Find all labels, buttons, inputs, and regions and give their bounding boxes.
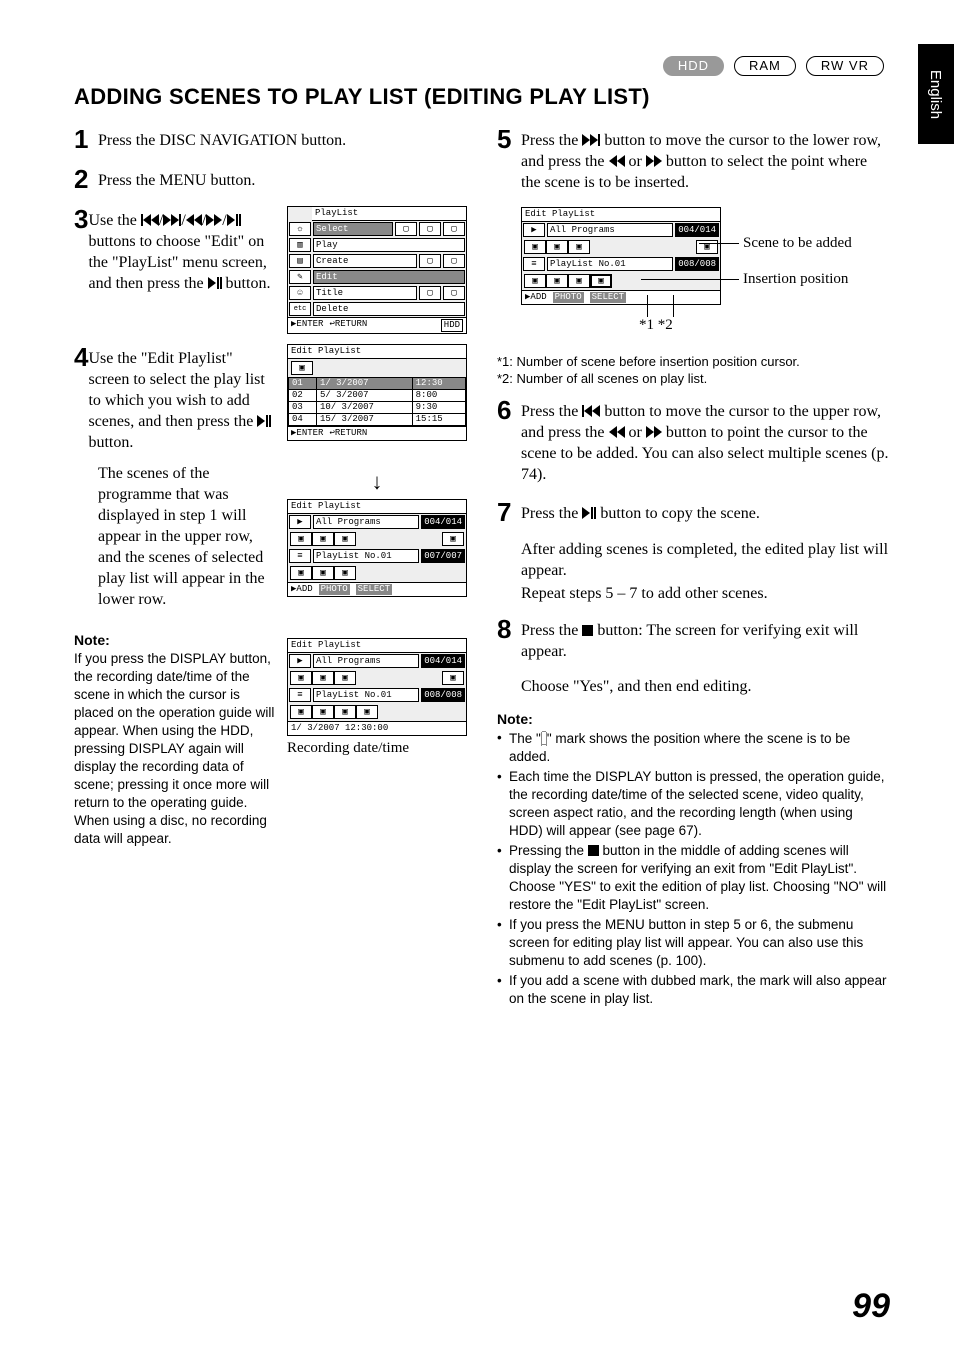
step-number-7: 7 bbox=[497, 499, 521, 525]
step-number-3: 3 bbox=[74, 206, 88, 232]
fast-forward-icon bbox=[206, 212, 222, 229]
language-tab: English bbox=[918, 44, 954, 144]
step-3-text: Use the //// buttons to choose "Edit" on… bbox=[88, 206, 275, 294]
step-7-paragraph-1: After adding scenes is completed, the ed… bbox=[521, 539, 890, 581]
step-number-8: 8 bbox=[497, 616, 521, 642]
screenshot-edit-playlist-rows-1: Edit PlayList ▶All Programs004/014 ▣▣▣▣ … bbox=[287, 499, 467, 597]
step-number-4: 4 bbox=[74, 344, 88, 370]
media-badges: HDD RAM RW VR bbox=[663, 56, 884, 76]
insertion-cursor-icon bbox=[541, 732, 547, 746]
rewind-icon bbox=[609, 424, 625, 441]
next-track-icon bbox=[582, 132, 600, 149]
play-pause-icon bbox=[257, 413, 271, 430]
fast-forward-icon bbox=[646, 153, 662, 170]
notes-list: The "" mark shows the position where the… bbox=[497, 729, 890, 1008]
screenshot-playlist-menu: PlayList ☼Select▢▢▢ ▥Play ▤Create▢▢ ✎Edi… bbox=[287, 206, 467, 334]
screenshot-edit-playlist-datetime: Edit PlayList ▶All Programs004/014 ▣▣▣▣ … bbox=[287, 638, 467, 736]
badge-ram: RAM bbox=[734, 56, 796, 76]
step-8-paragraph: Choose "Yes", and then end editing. bbox=[521, 676, 890, 697]
arrow-down-icon: ↓ bbox=[287, 469, 467, 495]
callout-insertion-position: Insertion position bbox=[743, 271, 848, 288]
screenshot-edit-playlist-callouts: Edit PlayList ▶All Programs004/014 ▣▣▣▣ … bbox=[521, 207, 721, 305]
play-pause-icon bbox=[227, 212, 241, 229]
step-number-5: 5 bbox=[497, 126, 521, 152]
play-pause-icon bbox=[208, 275, 222, 292]
recording-datetime-caption: Recording date/time bbox=[287, 740, 467, 757]
star-labels: *1 *2 bbox=[639, 317, 673, 334]
step-7-text: Press the button to copy the scene. bbox=[521, 499, 890, 524]
screenshot-edit-playlist-list: Edit PlayList ▣ 011/ 3/200712:30 025/ 3/… bbox=[287, 344, 467, 441]
page-heading: ADDING SCENES TO PLAY LIST (EDITING PLAY… bbox=[74, 84, 890, 110]
rewind-icon bbox=[609, 153, 625, 170]
rewind-icon bbox=[186, 212, 202, 229]
page-number: 99 bbox=[852, 1287, 890, 1326]
step-number-1: 1 bbox=[74, 126, 98, 152]
prev-track-icon bbox=[141, 212, 159, 229]
footnotes: *1: Number of scene before insertion pos… bbox=[497, 353, 890, 387]
note-left-body: If you press the DISPLAY button, the rec… bbox=[74, 650, 275, 848]
stop-icon bbox=[588, 845, 599, 856]
step-5-text: Press the button to move the cursor to t… bbox=[521, 126, 890, 193]
badge-hdd: HDD bbox=[663, 56, 724, 76]
step-2-text: Press the MENU button. bbox=[98, 166, 467, 191]
badge-rwvr: RW VR bbox=[806, 56, 884, 76]
note-heading-right: Note: bbox=[497, 711, 890, 727]
step-7-paragraph-2: Repeat steps 5 – 7 to add other scenes. bbox=[521, 583, 890, 604]
step-1-text: Press the DISC NAVIGATION button. bbox=[98, 126, 467, 151]
fast-forward-icon bbox=[646, 424, 662, 441]
prev-track-icon bbox=[582, 403, 600, 420]
next-track-icon bbox=[163, 212, 181, 229]
step-6-text: Press the button to move the cursor to t… bbox=[521, 397, 890, 485]
step-8-text: Press the button: The screen for verifyi… bbox=[521, 616, 890, 662]
step-number-6: 6 bbox=[497, 397, 521, 423]
note-heading-left: Note: bbox=[74, 632, 275, 648]
stop-icon bbox=[582, 625, 593, 636]
play-pause-icon bbox=[582, 505, 596, 522]
callout-scene-to-add: Scene to be added bbox=[743, 235, 852, 252]
step-number-2: 2 bbox=[74, 166, 98, 192]
step-4-paragraph: The scenes of the programme that was dis… bbox=[98, 463, 275, 610]
step-4-text: Use the "Edit Playlist" screen to select… bbox=[88, 344, 275, 453]
